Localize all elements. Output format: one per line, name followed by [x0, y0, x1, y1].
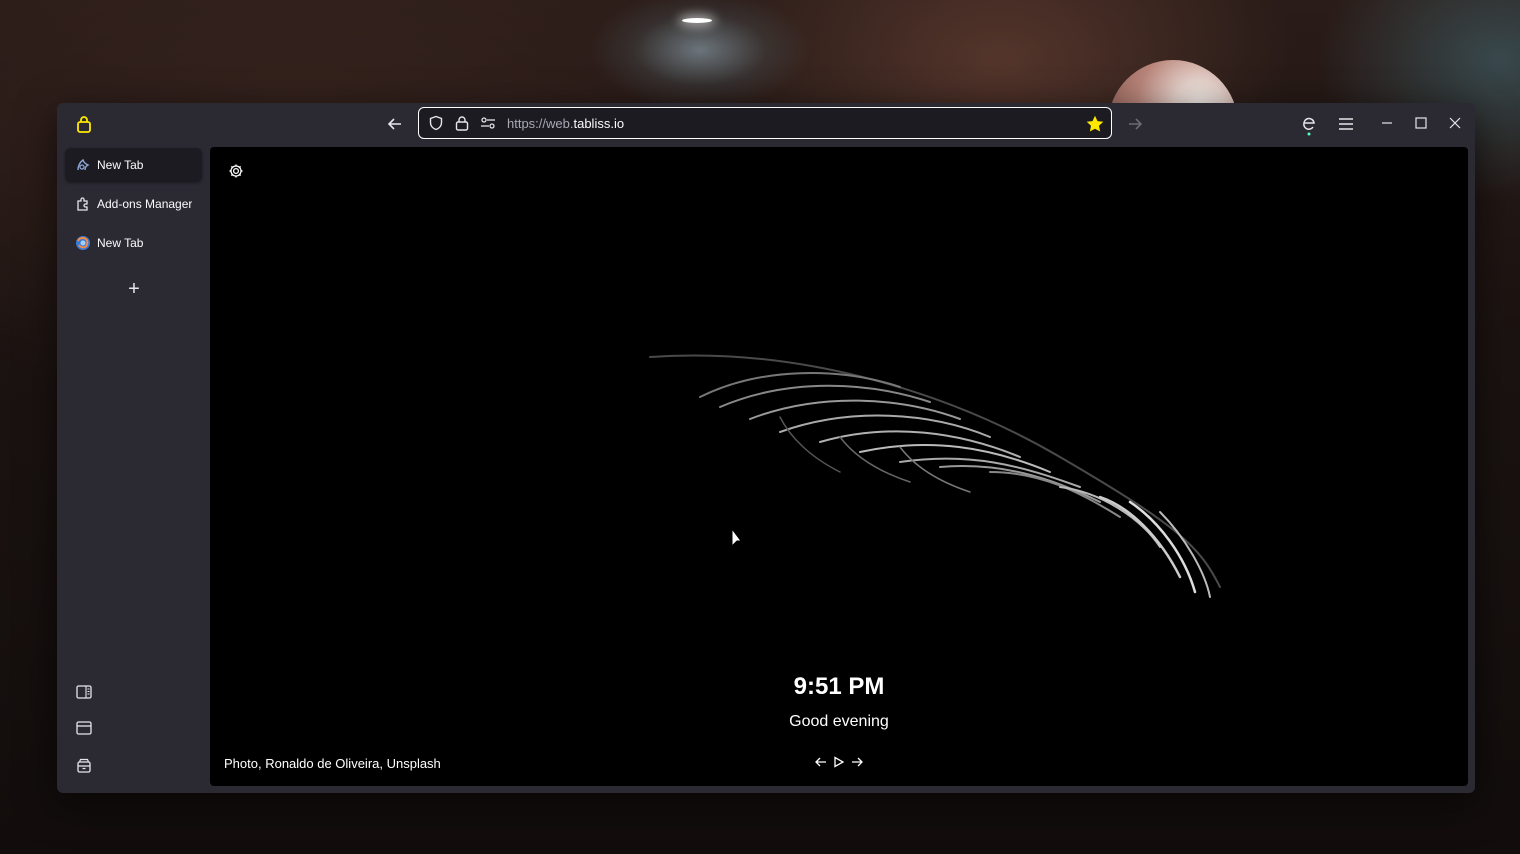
url-domain: tabliss.io — [573, 115, 625, 131]
puzzle-icon — [75, 196, 91, 212]
close-icon — [1449, 117, 1461, 129]
arrow-left-icon — [815, 757, 826, 767]
bookmark-star-icon[interactable] — [1085, 114, 1105, 134]
browser-window: https://web.tabliss.io New Tab Add-ons M… — [57, 103, 1475, 793]
url-bar[interactable]: https://web.tabliss.io — [418, 107, 1112, 139]
vertical-tabs-sidebar: New Tab Add-ons Manager New Tab + — [57, 145, 209, 793]
tab-label: Add-ons Manager — [97, 197, 193, 211]
sidebar-toggle-button[interactable] — [73, 681, 95, 703]
gear-icon — [229, 164, 243, 178]
greeting-text: Good evening — [789, 713, 889, 730]
palm-leaf-photo — [649, 354, 1221, 598]
arrow-right-icon — [852, 757, 863, 767]
wallpaper-lamp — [682, 18, 712, 23]
tab-label: New Tab — [97, 158, 144, 172]
forward-button[interactable] — [1123, 112, 1147, 136]
next-photo-button[interactable] — [850, 753, 864, 771]
extension-button[interactable] — [1297, 112, 1321, 138]
tab-new-tab[interactable]: New Tab — [65, 226, 202, 260]
archive-icon — [77, 758, 91, 773]
clock-time: 9:51 PM — [793, 673, 885, 700]
sidebar-toggle-icon — [76, 685, 92, 699]
archive-button[interactable] — [73, 755, 95, 777]
hamburger-menu-icon — [1339, 118, 1353, 130]
photo-credit[interactable]: Photo, Ronaldo de Oliveira, Unsplash — [224, 756, 441, 771]
maximize-button[interactable] — [1409, 111, 1433, 135]
titlebar: https://web.tabliss.io — [57, 103, 1475, 145]
firefox-icon — [75, 235, 91, 251]
lock-icon[interactable] — [453, 114, 471, 132]
private-lock-icon[interactable] — [73, 113, 95, 135]
window-icon — [76, 721, 92, 735]
arrow-right-icon — [1129, 118, 1143, 130]
url-prefix: https://web. — [507, 115, 574, 131]
play-button[interactable] — [832, 753, 846, 771]
shield-icon[interactable] — [427, 114, 445, 132]
extension-icon — [1303, 117, 1315, 136]
tabliss-page: 9:51 PM Good evening Photo, Ronaldo de O… — [210, 147, 1468, 786]
tabliss-icon — [75, 157, 91, 173]
minimize-button[interactable] — [1375, 111, 1399, 135]
back-button[interactable] — [383, 112, 407, 136]
tab-label: New Tab — [97, 236, 144, 250]
app-menu-button[interactable] — [1334, 112, 1358, 136]
tab-add-ons-manager[interactable]: Add-ons Manager — [65, 187, 202, 221]
arrow-left-icon — [387, 118, 401, 130]
permissions-icon[interactable] — [479, 114, 497, 132]
tab-new-tab-active[interactable]: New Tab — [65, 148, 202, 182]
maximize-icon — [1415, 117, 1427, 129]
settings-button[interactable] — [226, 161, 246, 181]
close-button[interactable] — [1443, 111, 1467, 135]
url-text[interactable]: https://web.tabliss.io — [507, 116, 624, 131]
play-icon — [834, 756, 845, 768]
mouse-cursor-icon — [731, 527, 742, 548]
photo-controls — [814, 753, 864, 771]
window-button[interactable] — [73, 717, 95, 739]
minimize-icon — [1382, 122, 1392, 124]
previous-photo-button[interactable] — [814, 753, 828, 771]
new-tab-button[interactable]: + — [123, 278, 145, 300]
